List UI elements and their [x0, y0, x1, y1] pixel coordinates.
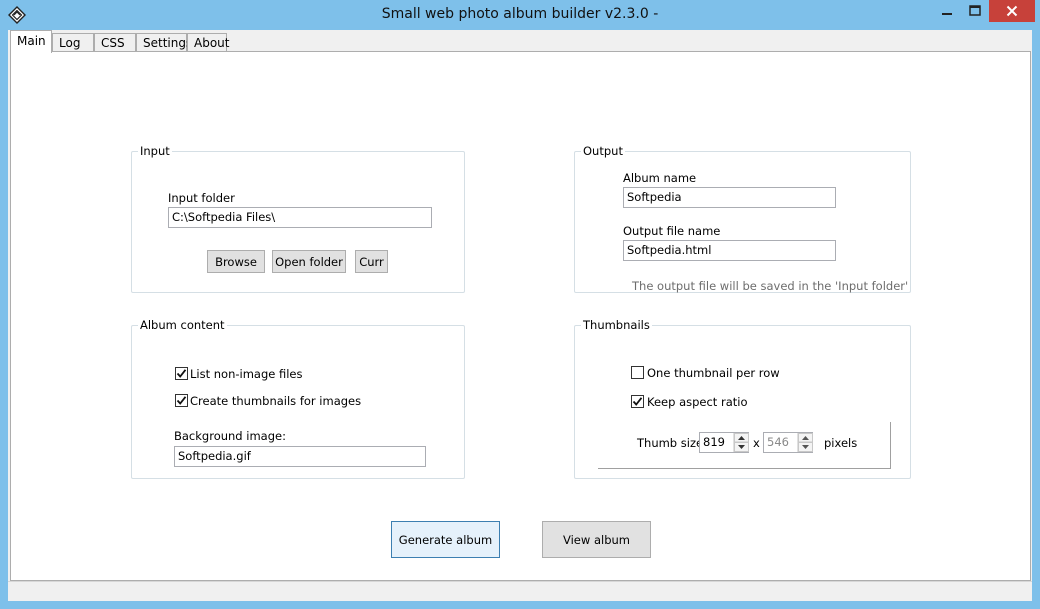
input-group-title: Input: [138, 144, 172, 158]
main-tab-page: Input Input folder C:\Softpedia Files\ B…: [10, 51, 1031, 581]
list-nonimage-checkbox[interactable]: [175, 367, 188, 380]
album-content-group: Album content List non-image files Creat…: [131, 318, 465, 479]
tab-strip: Main Log CSS Settings About: [8, 30, 408, 53]
album-name-label: Album name: [623, 171, 697, 185]
title-bar[interactable]: Small web photo album builder v2.3.0 -: [0, 0, 1040, 30]
window-title: Small web photo album builder v2.3.0 -: [381, 6, 659, 22]
tab-about[interactable]: About: [187, 33, 229, 53]
list-nonimage-label[interactable]: List non-image files: [190, 367, 303, 381]
thumbnails-title: Thumbnails: [581, 318, 652, 332]
one-per-row-checkbox[interactable]: [631, 366, 644, 379]
tab-css[interactable]: CSS: [94, 33, 136, 53]
background-image-field[interactable]: Softpedia.gif: [174, 446, 426, 467]
close-button[interactable]: [989, 0, 1035, 22]
album-content-title: Album content: [138, 318, 227, 332]
create-thumbs-label[interactable]: Create thumbnails for images: [190, 394, 361, 408]
checkmark-icon: [176, 369, 187, 378]
thumb-width-value: 819: [703, 435, 725, 449]
one-per-row-label[interactable]: One thumbnail per row: [647, 366, 780, 380]
keep-aspect-label[interactable]: Keep aspect ratio: [647, 395, 748, 409]
background-image-label: Background image:: [174, 429, 286, 443]
album-name-field[interactable]: Softpedia: [623, 187, 836, 208]
status-bar: [8, 581, 1032, 601]
spinner-arrows[interactable]: [733, 433, 749, 452]
tab-log[interactable]: Log: [52, 33, 94, 53]
pixels-label: pixels: [824, 436, 858, 450]
minimize-button[interactable]: [932, 0, 962, 22]
thumb-size-panel: Thumb size: 819 x 546 pixels: [598, 422, 891, 469]
checkmark-icon: [632, 397, 643, 406]
spin-up-down-icon: [798, 433, 813, 452]
output-group: Output Album name Softpedia Output file …: [574, 144, 911, 293]
output-file-label: Output file name: [623, 224, 721, 238]
output-group-title: Output: [581, 144, 625, 158]
spin-up-down-icon: [734, 433, 749, 452]
thumb-width-spinner[interactable]: 819: [699, 432, 749, 453]
input-folder-field[interactable]: C:\Softpedia Files\: [168, 207, 432, 228]
size-x-label: x: [753, 436, 760, 450]
maximize-button[interactable]: [960, 0, 990, 22]
view-album-button[interactable]: View album: [542, 521, 651, 558]
thumb-size-label: Thumb size:: [637, 436, 707, 450]
keep-aspect-checkbox[interactable]: [631, 395, 644, 408]
client-area: Main Log CSS Settings About Input Input …: [8, 30, 1032, 601]
curr-button[interactable]: Curr: [355, 250, 388, 273]
maximize-icon: [969, 5, 981, 16]
thumb-height-spinner[interactable]: 546: [763, 432, 813, 453]
output-file-field[interactable]: Softpedia.html: [623, 240, 836, 261]
app-window: Small web photo album builder v2.3.0 - M…: [0, 0, 1040, 609]
thumbnails-group: Thumbnails One thumbnail per row Keep as…: [574, 318, 911, 479]
tab-main[interactable]: Main: [10, 30, 52, 53]
input-group: Input Input folder C:\Softpedia Files\ B…: [131, 144, 465, 293]
browse-button[interactable]: Browse: [207, 250, 265, 273]
minimize-icon: [942, 13, 952, 15]
tab-settings[interactable]: Settings: [136, 33, 192, 53]
thumb-height-value: 546: [767, 435, 789, 449]
open-folder-button[interactable]: Open folder: [272, 250, 346, 273]
close-icon: [1006, 5, 1018, 17]
output-note: The output file will be saved in the 'In…: [632, 279, 909, 293]
generate-album-button[interactable]: Generate album: [391, 521, 500, 558]
create-thumbs-checkbox[interactable]: [175, 394, 188, 407]
input-folder-label: Input folder: [168, 191, 235, 205]
checkmark-icon: [176, 396, 187, 405]
spinner-arrows[interactable]: [797, 433, 813, 452]
